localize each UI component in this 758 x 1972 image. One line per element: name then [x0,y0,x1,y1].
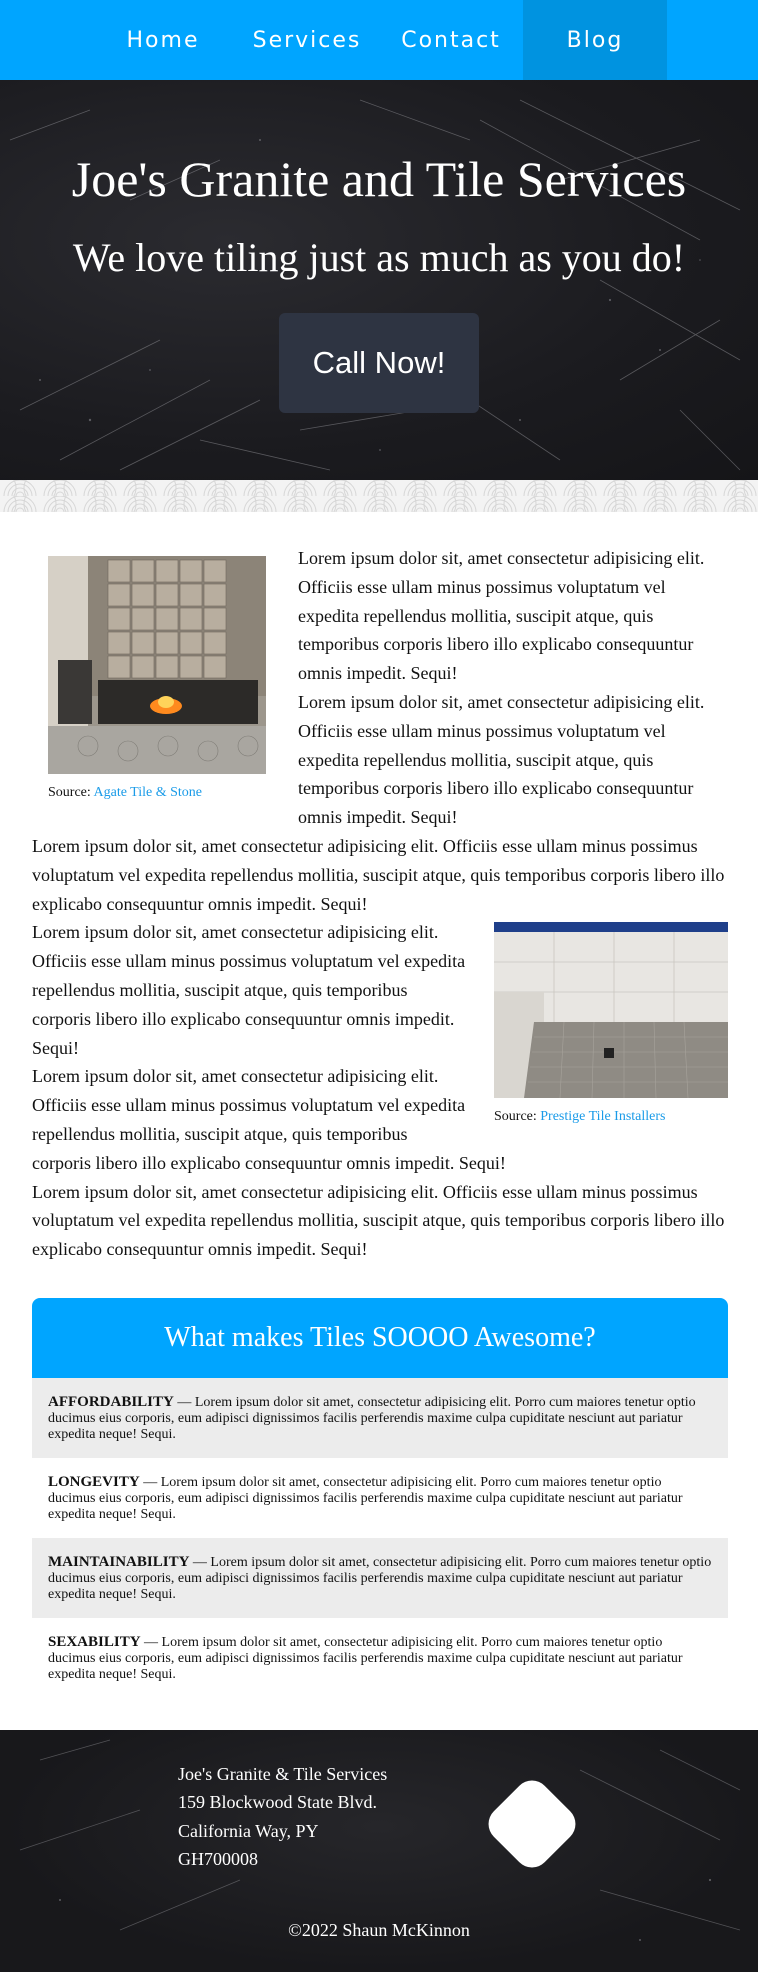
address-line: 159 Blockwood State Blvd. [178,1792,377,1813]
shower-tile-photo [494,922,728,1099]
call-now-button[interactable]: Call Now! [279,313,479,413]
nav-contact[interactable]: Contact [379,0,523,80]
hero-subtitle: We love tiling just as much as you do! [72,235,686,280]
figure-left-caption: Source: Agate Tile & Stone [48,783,282,803]
hero-title: Joe's Granite and Tile Services [71,151,687,207]
feature-title: LONGEVITY [48,1473,140,1490]
nav-services[interactable]: Services [235,0,379,80]
figure-fireplace: Source: Agate Tile & Stone [48,556,282,803]
source-label: Source: [48,785,91,800]
address-line: GH700008 [178,1849,258,1870]
feature-text: — Lorem ipsum dolor sit amet, consectetu… [48,1634,683,1682]
site-footer: Joe's Granite & Tile Services 159 Blockw… [0,1729,758,1972]
article-paragraph: Lorem ipsum dolor sit, amet consectetur … [32,835,725,914]
hero-banner: Joe's Granite and Tile Services We love … [0,80,758,480]
article-paragraph: Lorem ipsum dolor sit, amet consectetur … [32,1181,725,1260]
features-section: What makes Tiles SOOOO Awesome? AFFORDAB… [32,1297,728,1698]
features-heading: What makes Tiles SOOOO Awesome? [32,1297,728,1378]
source-link-agate[interactable]: Agate Tile & Stone [94,785,203,800]
main-nav: Home Services Contact Blog [0,0,758,80]
logo-diamond-icon [488,1780,576,1868]
figure-right-caption: Source: Prestige Tile Installers [494,1107,728,1127]
source-label: Source: [494,1109,537,1125]
scallop-pattern-divider [0,480,758,512]
figure-shower: Source: Prestige Tile Installers [494,922,728,1127]
article-body: Source: Agate Tile & Stone Lorem ipsum d… [0,512,758,1264]
features-list: AFFORDABILITY — Lorem ipsum dolor sit am… [32,1377,728,1698]
fireplace-tile-photo [48,556,266,774]
feature-text: — Lorem ipsum dolor sit amet, consectetu… [48,1474,683,1522]
nav-blog[interactable]: Blog [523,0,667,80]
source-link-prestige[interactable]: Prestige Tile Installers [540,1109,665,1124]
feature-title: SEXABILITY [48,1633,141,1650]
feature-title: MAINTAINABILITY [48,1553,190,1570]
feature-title: AFFORDABILITY [48,1393,174,1410]
feature-item: LONGEVITY — Lorem ipsum dolor sit amet, … [32,1458,728,1538]
copyright-text: ©2022 Shaun McKinnon [288,1919,470,1940]
feature-item: SEXABILITY — Lorem ipsum dolor sit amet,… [32,1618,728,1698]
address-line: California Way, PY [178,1820,319,1841]
nav-home[interactable]: Home [91,0,235,80]
footer-address: Joe's Granite & Tile Services 159 Blockw… [178,1760,387,1874]
feature-item: MAINTAINABILITY — Lorem ipsum dolor sit … [32,1537,728,1618]
address-line: Joe's Granite & Tile Services [178,1763,388,1784]
feature-item: AFFORDABILITY — Lorem ipsum dolor sit am… [32,1377,728,1458]
